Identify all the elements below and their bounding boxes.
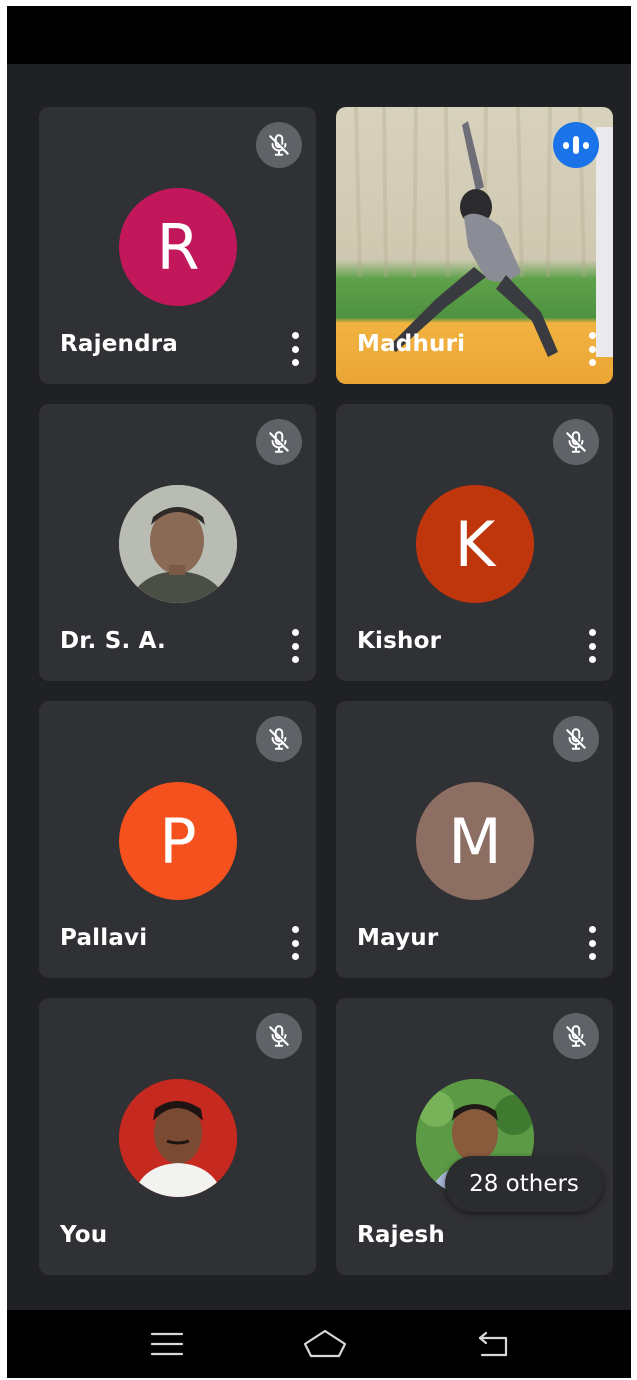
back-icon[interactable] bbox=[465, 1322, 521, 1366]
system-nav-bar bbox=[7, 1310, 631, 1378]
avatar-initial: P bbox=[159, 804, 197, 878]
mic-off-icon bbox=[256, 716, 302, 762]
mic-off-icon bbox=[553, 716, 599, 762]
participant-tile-self[interactable]: You bbox=[39, 998, 316, 1275]
avatar: K bbox=[416, 485, 534, 603]
others-button[interactable]: 28 others bbox=[445, 1156, 603, 1212]
avatar-initial: K bbox=[454, 507, 496, 581]
participant-name: Mayur bbox=[357, 925, 439, 951]
avatar: P bbox=[119, 782, 237, 900]
avatar-photo bbox=[119, 1079, 237, 1197]
participant-tile[interactable]: P Pallavi bbox=[39, 701, 316, 978]
avatar-initial: M bbox=[448, 804, 502, 878]
more-vert-icon[interactable] bbox=[288, 332, 302, 366]
participant-tile[interactable]: Rajesh bbox=[336, 998, 613, 1275]
more-vert-icon[interactable] bbox=[585, 332, 599, 366]
audio-wave-icon bbox=[553, 122, 599, 168]
participant-tile[interactable]: R Rajendra bbox=[39, 107, 316, 384]
meeting-screen: R Rajendra Madhuri Dr. S. A. K Kishor P … bbox=[7, 6, 631, 1378]
participant-name: Rajendra bbox=[60, 331, 179, 357]
more-vert-icon[interactable] bbox=[288, 926, 302, 960]
participant-tile[interactable]: Dr. S. A. bbox=[39, 404, 316, 681]
mic-off-icon bbox=[553, 419, 599, 465]
home-icon[interactable] bbox=[297, 1322, 353, 1366]
participant-tile-video[interactable]: Madhuri bbox=[336, 107, 613, 384]
avatar-initial: R bbox=[156, 210, 200, 284]
mic-off-icon bbox=[256, 1013, 302, 1059]
avatar: R bbox=[119, 188, 237, 306]
mic-off-icon bbox=[256, 122, 302, 168]
avatar: M bbox=[416, 782, 534, 900]
more-vert-icon[interactable] bbox=[585, 629, 599, 663]
more-vert-icon[interactable] bbox=[585, 926, 599, 960]
participant-tile[interactable]: K Kishor bbox=[336, 404, 613, 681]
participant-name: Rajesh bbox=[357, 1222, 445, 1248]
participant-name: You bbox=[60, 1222, 108, 1248]
mic-off-icon bbox=[553, 1013, 599, 1059]
more-vert-icon[interactable] bbox=[288, 629, 302, 663]
menu-icon[interactable] bbox=[139, 1322, 195, 1366]
participant-name: Dr. S. A. bbox=[60, 628, 166, 654]
participant-name: Kishor bbox=[357, 628, 442, 654]
participant-grid: R Rajendra Madhuri Dr. S. A. K Kishor P … bbox=[7, 64, 631, 1310]
mic-off-icon bbox=[256, 419, 302, 465]
participant-name: Pallavi bbox=[60, 925, 148, 951]
status-bar bbox=[7, 6, 631, 64]
avatar-photo bbox=[119, 485, 237, 603]
participant-name: Madhuri bbox=[357, 331, 466, 357]
participant-tile[interactable]: M Mayur bbox=[336, 701, 613, 978]
